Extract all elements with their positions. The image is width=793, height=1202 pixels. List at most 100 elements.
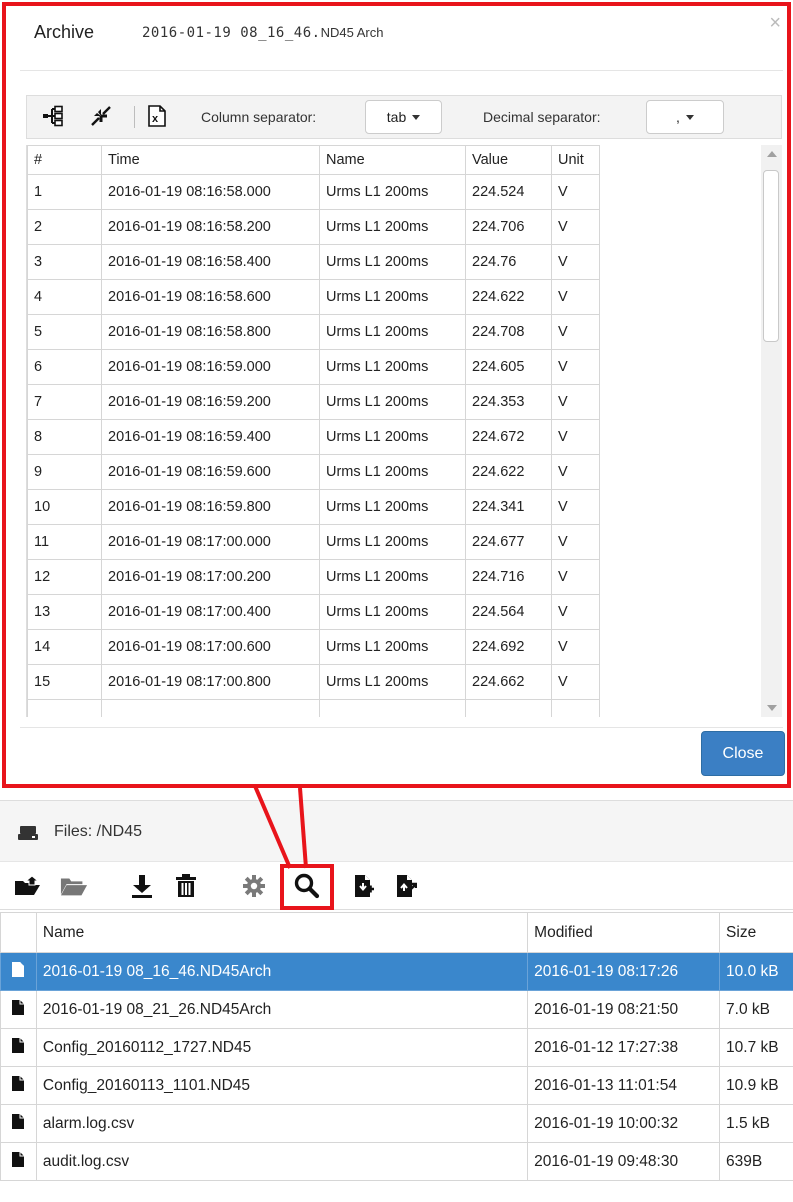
table-cell: Urms L1 200ms <box>319 209 466 245</box>
table-cell: V <box>551 664 600 700</box>
decimal-separator-value: , <box>676 109 680 125</box>
file-import-icon[interactable] <box>350 873 378 899</box>
dialog-subtitle-tail: ND45 Arch <box>320 25 384 40</box>
files-table: Name Modified Size 2016-01-19 08_16_46.ND4… <box>0 912 793 1181</box>
close-x-button[interactable]: × <box>769 12 781 35</box>
file-icon-cell <box>0 1104 37 1143</box>
dialog-subtitle: 2016-01-19 08_16_46.ND45 Arch <box>142 25 383 41</box>
table-cell: V <box>551 314 600 350</box>
file-export-icon[interactable] <box>392 873 420 899</box>
dialog-subtitle-mono: 2016-01-19 08_16_46. <box>142 25 321 41</box>
table-cell: 3 <box>27 244 102 280</box>
file-size: 10.0 kB <box>719 952 793 991</box>
file-modified: 2016-01-19 08:21:50 <box>527 990 721 1029</box>
table-cell: 224.706 <box>465 209 552 245</box>
table-cell: V <box>551 384 600 420</box>
table-row[interactable]: 9 2016-01-19 08:16:59.600 Urms L1 200ms 224… <box>27 454 600 490</box>
file-row[interactable]: Config_20160112_1727.ND45 2016-01-12 17:2… <box>0 1028 793 1067</box>
table-row[interactable]: 3 2016-01-19 08:16:58.400 Urms L1 200ms 224… <box>27 244 600 280</box>
table-row[interactable]: 11 2016-01-19 08:17:00.000 Urms L1 200ms 22… <box>27 524 600 560</box>
grid-column-header[interactable]: Name <box>319 145 466 175</box>
table-cell: 2016-01-19 08:17:00.800 <box>101 664 320 700</box>
grid-column-header[interactable]: # <box>27 145 102 175</box>
file-icon <box>11 999 25 1020</box>
table-row[interactable]: 8 2016-01-19 08:16:59.400 Urms L1 200ms 224… <box>27 419 600 455</box>
table-cell: 2016-01-19 08:16:58.800 <box>101 314 320 350</box>
archive-data-grid: # Time Name Value Unit 1 2016-01-19 08:16:58.… <box>26 145 783 717</box>
file-size: 639B <box>719 1142 793 1181</box>
archive-dialog: Archive 2016-01-19 08_16_46.ND45 Arch × … <box>0 0 793 790</box>
gear-icon[interactable] <box>240 873 268 899</box>
folder-upload-icon[interactable] <box>14 873 42 899</box>
file-row[interactable]: 2016-01-19 08_21_26.ND45Arch 2016-01-19 0… <box>0 990 793 1029</box>
scroll-up-arrow-icon[interactable] <box>767 151 777 157</box>
file-icon-cell <box>0 990 37 1029</box>
table-cell: Urms L1 200ms <box>319 384 466 420</box>
table-row[interactable]: 2 2016-01-19 08:16:58.200 Urms L1 200ms 224… <box>27 209 600 245</box>
table-row[interactable] <box>27 699 600 717</box>
column-separator-dropdown[interactable]: tab <box>365 100 442 134</box>
trash-icon[interactable] <box>172 873 200 899</box>
grid-toolbar: x Column separator: tab Decimal separato… <box>26 95 782 139</box>
file-name: 2016-01-19 08_16_46.ND45Arch <box>35 952 529 991</box>
table-cell <box>465 699 552 717</box>
table-cell <box>551 699 600 717</box>
table-cell: V <box>551 489 600 525</box>
toolbar-separator <box>134 106 135 128</box>
column-separator-label: Column separator: <box>201 109 317 125</box>
table-cell: 4 <box>27 279 102 315</box>
table-cell: 2016-01-19 08:17:00.000 <box>101 524 320 560</box>
table-cell: Urms L1 200ms <box>319 349 466 385</box>
table-row[interactable]: 5 2016-01-19 08:16:58.800 Urms L1 200ms 224… <box>27 314 600 350</box>
scrollbar-thumb[interactable] <box>763 170 779 342</box>
table-row[interactable]: 6 2016-01-19 08:16:59.000 Urms L1 200ms 224… <box>27 349 600 385</box>
table-cell: 2016-01-19 08:16:59.400 <box>101 419 320 455</box>
file-row[interactable]: alarm.log.csv 2016-01-19 10:00:32 1.5 kB <box>0 1104 793 1143</box>
file-size: 10.9 kB <box>719 1066 793 1105</box>
svg-text:x: x <box>152 113 159 125</box>
file-modified: 2016-01-13 11:01:54 <box>527 1066 721 1105</box>
scroll-down-arrow-icon[interactable] <box>767 705 777 711</box>
table-cell: V <box>551 454 600 490</box>
files-column-header[interactable]: Size <box>719 912 793 953</box>
file-icon <box>11 1113 25 1134</box>
table-row[interactable]: 10 2016-01-19 08:16:59.800 Urms L1 200ms 22… <box>27 489 600 525</box>
grid-scrollbar[interactable] <box>761 145 782 717</box>
file-row[interactable]: Config_20160113_1101.ND45 2016-01-13 11:0… <box>0 1066 793 1105</box>
file-row[interactable]: audit.log.csv 2016-01-19 09:48:30 639B <box>0 1142 793 1181</box>
table-row[interactable]: 14 2016-01-19 08:17:00.600 Urms L1 200ms 22… <box>27 629 600 665</box>
table-cell: 224.341 <box>465 489 552 525</box>
close-button[interactable]: Close <box>701 731 785 776</box>
file-name: 2016-01-19 08_21_26.ND45Arch <box>35 990 529 1029</box>
file-icon <box>11 961 25 982</box>
table-cell: V <box>551 209 600 245</box>
files-column-header[interactable]: Name <box>35 912 529 953</box>
table-row[interactable]: 13 2016-01-19 08:17:00.400 Urms L1 200ms 22… <box>27 594 600 630</box>
file-icon <box>11 1151 25 1172</box>
tree-structure-icon[interactable] <box>41 104 65 128</box>
table-cell: V <box>551 174 600 210</box>
file-name: Config_20160113_1101.ND45 <box>35 1066 529 1105</box>
table-cell: Urms L1 200ms <box>319 594 466 630</box>
table-cell: V <box>551 559 600 595</box>
table-cell: 224.662 <box>465 664 552 700</box>
collapse-arrows-icon[interactable] <box>89 104 113 128</box>
grid-column-header[interactable]: Time <box>101 145 320 175</box>
grid-column-header[interactable]: Value <box>465 145 552 175</box>
files-path-title: Files: /ND45 <box>54 823 143 840</box>
table-row[interactable]: 15 2016-01-19 08:17:00.800 Urms L1 200ms 22… <box>27 664 600 700</box>
table-row[interactable]: 1 2016-01-19 08:16:58.000 Urms L1 200ms 224… <box>27 174 600 210</box>
table-row[interactable]: 4 2016-01-19 08:16:58.600 Urms L1 200ms 224… <box>27 279 600 315</box>
table-cell: 7 <box>27 384 102 420</box>
grid-column-header[interactable]: Unit <box>551 145 600 175</box>
table-row[interactable]: 12 2016-01-19 08:17:00.200 Urms L1 200ms 22… <box>27 559 600 595</box>
file-row[interactable]: 2016-01-19 08_16_46.ND45Arch 2016-01-19 0… <box>0 952 793 991</box>
table-cell: 10 <box>27 489 102 525</box>
excel-export-icon[interactable]: x <box>145 104 169 128</box>
folder-open-icon[interactable] <box>60 873 88 899</box>
files-column-header[interactable]: Modified <box>527 912 721 953</box>
decimal-separator-dropdown[interactable]: , <box>646 100 724 134</box>
file-name: audit.log.csv <box>35 1142 529 1181</box>
table-row[interactable]: 7 2016-01-19 08:16:59.200 Urms L1 200ms 224… <box>27 384 600 420</box>
download-icon[interactable] <box>128 873 156 899</box>
